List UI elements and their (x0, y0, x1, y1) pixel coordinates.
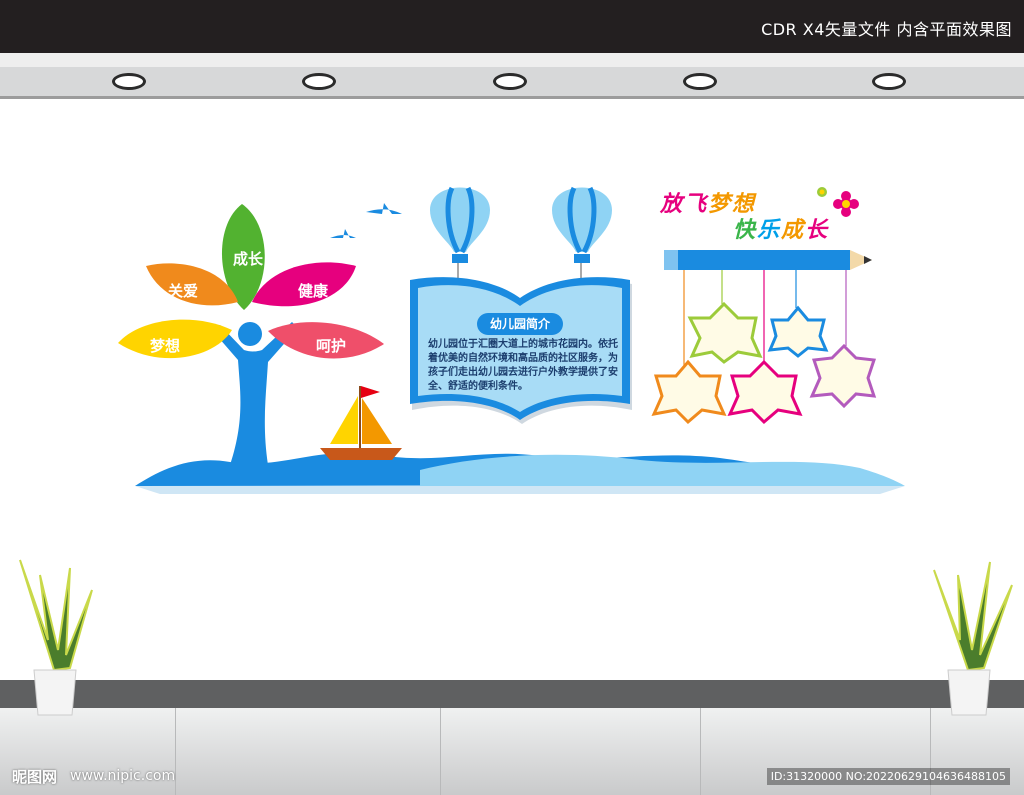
slogan-char: 乐 (757, 218, 782, 243)
tree-head (238, 322, 262, 346)
intro-title: 幼儿园简介 (477, 313, 563, 335)
hot-air-balloon-icon (552, 186, 612, 282)
sail-orange (362, 398, 392, 444)
slogan-char: 飞 (684, 192, 709, 217)
slogan-char: 放 (660, 192, 685, 217)
slogan-char: 长 (805, 218, 830, 243)
star-frame (809, 343, 877, 409)
petal-label-health: 健康 (298, 282, 329, 300)
watermark-logo: 昵图网 (12, 768, 58, 786)
boat-hull (320, 448, 402, 460)
slogan-char: 成 (781, 218, 806, 243)
boat-flag (361, 386, 380, 398)
pencil-body (664, 250, 850, 270)
potted-plant-right (933, 561, 1013, 716)
watermark-id: ID:31320000 NO:20220629104636488105 (766, 768, 1010, 785)
petal-label-nurture: 呵护 (316, 337, 347, 355)
bird-icon (366, 203, 402, 214)
star-frame (651, 359, 727, 425)
petal-label-care: 关爱 (168, 282, 199, 300)
slogan-char: 快 (733, 218, 758, 243)
bird-icon (330, 229, 356, 238)
slogan-char: 梦 (708, 192, 733, 217)
sail-yellow (330, 396, 358, 444)
intro-body: 幼儿园位于汇圈大道上的城市花园内。依托着优美的自然环境和高品质的社区服务，为孩子… (428, 339, 618, 392)
star-frame (687, 301, 763, 364)
petal-label-dream: 梦想 (150, 337, 181, 355)
flower-icon (833, 191, 859, 217)
watermark-site: www.nipic.com (70, 768, 176, 784)
wave-shadow (135, 486, 905, 494)
star-frame (767, 305, 829, 358)
star-frame (727, 359, 803, 425)
hot-air-balloon-icon (430, 186, 490, 282)
flower-icon (817, 187, 827, 197)
petal-label-growth: 成长 (233, 250, 264, 268)
slogan-line-2: 快乐成长 (733, 212, 829, 244)
potted-plant-left (19, 559, 93, 716)
wall-decoration (19, 186, 1013, 716)
